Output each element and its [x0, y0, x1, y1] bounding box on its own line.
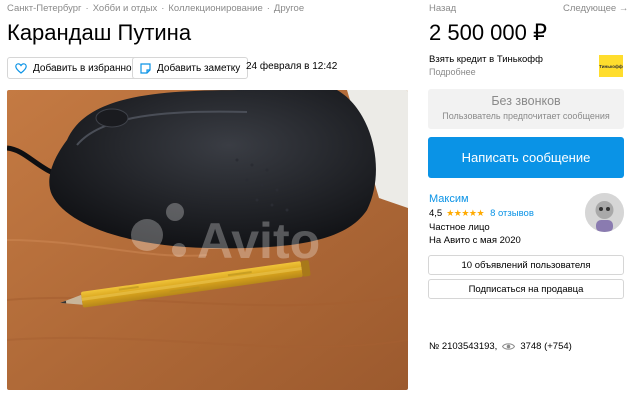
credit-offer-link[interactable]: Взять кредит в Тинькофф	[429, 54, 543, 65]
back-link[interactable]: Назад	[429, 3, 456, 14]
write-message-button[interactable]: Написать сообщение	[428, 137, 624, 178]
credit-more-link[interactable]: Подробнее	[429, 67, 476, 77]
no-calls-notice: Без звонков Пользователь предпочитает со…	[428, 89, 624, 129]
seller-since: На Авито с мая 2020	[429, 235, 521, 246]
next-link[interactable]: Следующее →	[563, 3, 628, 14]
eye-icon	[502, 343, 516, 350]
heart-icon	[15, 62, 27, 74]
add-note-button[interactable]: Добавить заметку	[132, 57, 249, 79]
breadcrumb: Санкт-Петербург · Хобби и отдых · Коллекцион…	[7, 3, 305, 14]
seller-rating: 4,5 ★★★★★ 8 отзывов	[429, 208, 534, 219]
ad-meta: № 2103543193, 3748 (+754)	[429, 341, 572, 352]
no-calls-title: Без звонков	[491, 94, 561, 108]
seller-avatar[interactable]	[585, 193, 624, 232]
listing-photo[interactable]: Avito	[7, 90, 408, 390]
views-count: 3748 (+754)	[520, 341, 572, 352]
ad-number: № 2103543193,	[429, 341, 498, 352]
avito-watermark: Avito	[197, 213, 320, 269]
breadcrumb-item-hobby[interactable]: Хобби и отдых	[93, 3, 158, 14]
note-icon	[140, 62, 151, 74]
breadcrumb-item-collecting[interactable]: Коллекционирование	[168, 3, 262, 14]
seller-name-link[interactable]: Максим	[429, 193, 469, 205]
add-to-favorites-label: Добавить в избранное	[33, 62, 138, 74]
no-calls-subtitle: Пользователь предпочитает сообщения	[442, 111, 610, 121]
subscribe-seller-button[interactable]: Подписаться на продавца	[428, 279, 624, 299]
pencil-and-mouse-image: Avito	[7, 90, 408, 390]
seller-ads-button[interactable]: 10 объявлений пользователя	[428, 255, 624, 275]
reviews-link[interactable]: 8 отзывов	[490, 208, 534, 219]
breadcrumb-item-other[interactable]: Другое	[274, 3, 304, 14]
add-to-favorites-button[interactable]: Добавить в избранное	[7, 57, 146, 79]
breadcrumb-item-city[interactable]: Санкт-Петербург	[7, 3, 82, 14]
seller-type: Частное лицо	[429, 222, 490, 233]
price: 2 500 000 ₽	[429, 20, 547, 45]
add-note-label: Добавить заметку	[157, 62, 241, 74]
rating-value: 4,5	[429, 208, 443, 219]
page-title: Карандаш Путина	[7, 20, 192, 45]
tinkoff-logo: Тинькофф	[599, 55, 623, 77]
tinkoff-logo-text: Тинькофф	[599, 63, 623, 69]
rating-stars-icon: ★★★★★	[446, 208, 485, 218]
avatar-image	[585, 193, 624, 232]
publish-date: 24 февраля в 12:42	[246, 61, 338, 72]
